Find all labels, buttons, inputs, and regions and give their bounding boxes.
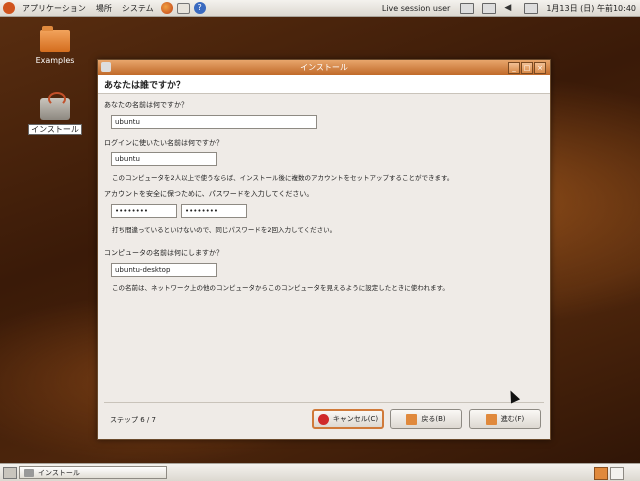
cancel-button[interactable]: キャンセル(C) <box>312 409 384 429</box>
cancel-label: キャンセル(C) <box>332 415 379 423</box>
arrow-right-icon <box>485 413 497 425</box>
menu-applications[interactable]: アプリケーション <box>17 3 91 14</box>
top-right-tray: Live session user ◀ 1月13日 (日) 午前10:40 <box>376 0 640 16</box>
help-icon[interactable]: ? <box>193 2 206 14</box>
desktop-icon-examples[interactable]: Examples <box>25 26 85 65</box>
workspace-1[interactable] <box>594 467 608 480</box>
login-field[interactable] <box>111 152 217 166</box>
menu-places[interactable]: 場所 <box>91 3 117 14</box>
window-title: インストール <box>300 63 348 72</box>
computer-name-label: コンピュータの名前は何にしますか？ <box>104 249 223 257</box>
firefox-icon[interactable] <box>160 2 173 14</box>
taskbar-item-install[interactable]: インストール <box>19 466 167 479</box>
footer-divider <box>104 402 544 403</box>
installer-task-icon <box>24 468 34 477</box>
minimize-icon[interactable]: _ <box>508 62 520 74</box>
password-field[interactable] <box>111 204 177 218</box>
password-label: アカウントを安全に保つために、パスワードを入力してください。 <box>104 190 314 198</box>
clipboard-icon[interactable] <box>524 2 539 14</box>
desktop-icon-examples-label: Examples <box>35 56 75 65</box>
volume-icon[interactable]: ◀ <box>504 3 516 13</box>
folder-icon <box>40 26 70 52</box>
window-titlebar[interactable]: インストール _ □ × <box>98 60 550 75</box>
menu-system[interactable]: システム <box>117 3 159 14</box>
name-field[interactable] <box>111 115 317 129</box>
bottom-panel: インストール <box>0 463 640 481</box>
step-indicator: ステップ 6 / 7 <box>110 416 156 424</box>
page-title: あなたは誰ですか？ <box>104 81 186 91</box>
back-label: 戻る(B) <box>421 415 446 423</box>
login-note: このコンピュータを2人以上で使うならば、インストール後に複数のアカウントをセット… <box>112 174 454 182</box>
name-label: あなたの名前は何ですか？ <box>104 101 188 109</box>
computer-name-note: この名前は、ネットワーク上の他のコンピュータからこのコンピュータを見えるように設… <box>112 284 449 292</box>
close-icon[interactable]: × <box>534 62 546 74</box>
arrow-left-icon <box>406 413 418 425</box>
show-desktop-icon[interactable] <box>3 467 17 479</box>
installer-window: インストール _ □ × あなたは誰ですか？ あなたの名前は何ですか？ ログイン… <box>97 59 551 440</box>
cancel-icon <box>317 413 329 425</box>
forward-label: 進む(F) <box>500 415 525 423</box>
desktop-icon-install[interactable]: インストール <box>25 92 85 135</box>
clock[interactable]: 1月13日 (日) 午前10:40 <box>542 3 640 14</box>
desktop-icon-install-label: インストール <box>28 124 82 135</box>
top-panel: アプリケーション 場所 システム ? Live session user ◀ 1… <box>0 0 640 17</box>
mail-icon[interactable] <box>176 2 190 14</box>
installer-icon <box>40 92 70 120</box>
password-note: 打ち間違っているといけないので、同じパスワードを2回入力してください。 <box>112 226 337 234</box>
back-button[interactable]: 戻る(B) <box>390 409 462 429</box>
window-menu-icon[interactable] <box>101 62 111 72</box>
network-icon[interactable] <box>482 2 497 14</box>
workspace-2[interactable] <box>610 467 624 480</box>
session-user[interactable]: Live session user <box>376 4 456 13</box>
login-label: ログインに使いたい名前は何ですか？ <box>104 139 223 147</box>
forward-button[interactable]: 進む(F) <box>469 409 541 429</box>
maximize-icon[interactable]: □ <box>521 62 533 74</box>
page-header: あなたは誰ですか？ <box>98 75 550 94</box>
computer-name-field[interactable] <box>111 263 217 277</box>
ubuntu-logo-icon[interactable] <box>3 2 15 14</box>
taskbar-item-label: インストール <box>38 468 80 477</box>
password-confirm-field[interactable] <box>181 204 247 218</box>
printer-icon[interactable] <box>460 2 475 14</box>
